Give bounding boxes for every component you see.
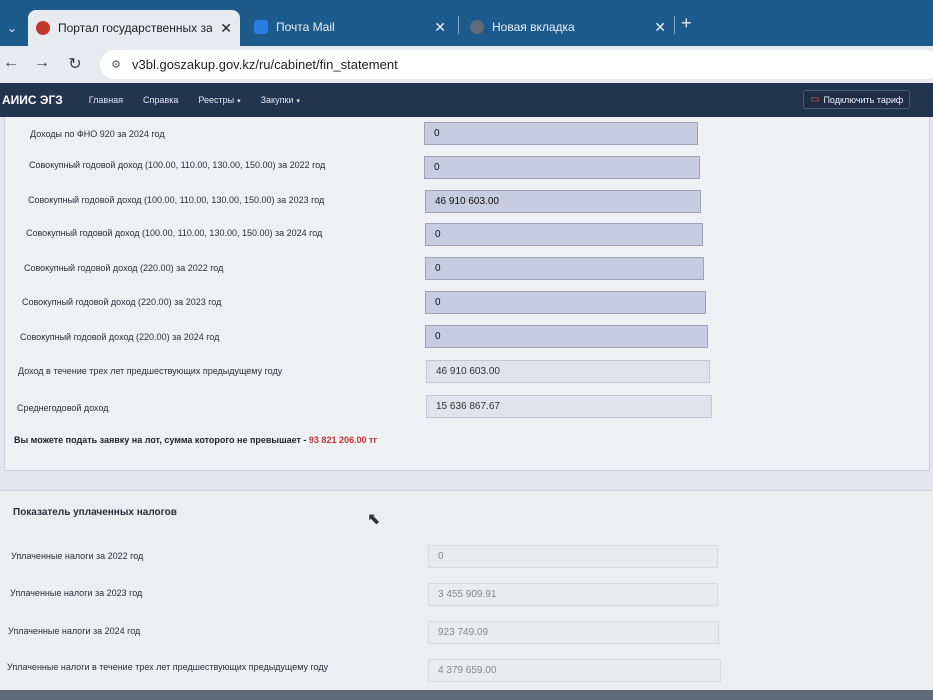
tax-field: 4 379 659.00 [428,659,721,682]
site-logo[interactable]: АИИС ЭГЗ [2,93,63,107]
forward-arrow-icon[interactable]: → [31,54,53,72]
close-tab-icon[interactable]: ✕ [426,19,446,36]
income-field[interactable]: 0 [425,291,706,314]
tab-search-icon[interactable]: ⌄ [0,14,24,42]
income-field[interactable]: 46 910 603.00 [425,190,701,213]
screen-bottom-edge [0,690,933,700]
tab-title: Новая вкладка [492,20,575,34]
caret-down-icon: ▾ [237,98,241,105]
close-tab-icon[interactable]: ✕ [212,20,232,37]
income-field-readonly: 15 636 867.67 [426,395,712,418]
new-tab-button[interactable]: + [681,13,692,34]
income-row-label: Совокупный годовой доход (220.00) за 202… [24,263,224,273]
income-field-readonly: 46 910 603.00 [426,360,710,383]
income-field[interactable]: 0 [424,156,700,179]
tax-row-label: Уплаченные налоги в течение трех лет пре… [7,662,329,672]
income-field[interactable]: 0 [425,257,704,280]
caret-down-icon: ▾ [296,98,300,105]
tab-title: Почта Mail [276,20,335,34]
tab-separator [674,16,675,34]
mail-favicon-icon [254,20,268,34]
income-row-label: Совокупный годовой доход (220.00) за 202… [22,297,222,307]
nav-item-home[interactable]: Главная [89,95,123,105]
tariff-label: Подключить тариф [823,94,904,105]
fin-statement-content: Доходы по ФНО 920 за 2024 год 0 Совокупн… [0,117,933,700]
close-tab-icon[interactable]: ✕ [646,19,666,36]
lot-limit-text: Вы можете подать заявку на лот, сумма ко… [14,435,307,445]
income-row-label: Совокупный годовой доход (100.00, 110.00… [28,195,325,205]
site-navbar: АИИС ЭГЗ Главная Справка Реестры ▾ Закупк… [0,83,933,117]
tax-field: 3 455 909.91 [428,583,718,606]
credit-card-icon: ▭ [810,94,820,105]
nav-label: Закупки [260,95,294,105]
chrome-favicon-icon [470,20,484,34]
site-info-icon[interactable]: ⚙ [108,57,124,73]
mouse-pointer-icon: ⬉ [367,511,381,528]
income-row-label: Совокупный годовой доход (220.00) за 202… [20,332,220,342]
tax-field: 0 [428,545,718,568]
lot-limit-note: Вы можете подать заявку на лот, сумма ко… [14,435,377,445]
tab-separator [458,16,459,34]
income-row-label: Среднегодовой доход [17,403,109,413]
taxes-section-title: Показатель уплаченных налогов [13,507,177,518]
browser-tabstrip: ⌄ Портал государственных закуп ✕ Почта M… [0,0,933,46]
income-field[interactable]: 0 [425,223,703,246]
nav-label: Реестры [198,95,235,105]
url-text: v3bl.goszakup.gov.kz/ru/cabinet/fin_stat… [132,57,398,72]
goszakup-favicon-icon [36,21,50,35]
income-row-label: Доходы по ФНО 920 за 2024 год [30,129,165,139]
tax-row-label: Уплаченные налоги за 2024 год [8,626,141,636]
nav-item-help[interactable]: Справка [143,95,178,105]
tab-new[interactable]: Новая вкладка ✕ [462,12,674,42]
income-row-label: Совокупный годовой доход (100.00, 110.00… [29,160,326,170]
connect-tariff-button[interactable]: ▭ Подключить тариф [803,90,911,109]
tab-goszakup[interactable]: Портал государственных закуп ✕ [28,10,240,46]
lot-limit-amount: 93 821 206.00 тг [308,435,378,445]
income-field[interactable]: 0 [424,122,698,145]
tax-row-label: Уплаченные налоги за 2023 год [10,588,143,598]
nav-label: Главная [88,95,124,105]
reload-icon[interactable]: ↻ [64,54,86,74]
address-bar[interactable]: ⚙ v3bl.goszakup.gov.kz/ru/cabinet/fin_st… [100,50,933,79]
browser-toolbar: ← → ↻ ⚙ v3bl.goszakup.gov.kz/ru/cabinet/… [0,46,933,83]
tab-title: Портал государственных закуп [58,21,213,35]
nav-item-purchases[interactable]: Закупки ▾ [261,95,300,105]
back-arrow-icon[interactable]: ← [0,54,22,72]
tab-mail[interactable]: Почта Mail ✕ [246,12,454,42]
tax-row-label: Уплаченные налоги за 2022 год [11,551,144,561]
nav-label: Справка [143,95,179,105]
income-field[interactable]: 0 [425,325,708,348]
income-row-label: Совокупный годовой доход (100.00, 110.00… [26,228,323,238]
nav-item-registries[interactable]: Реестры ▾ [198,95,240,105]
tax-field: 923 749.09 [428,621,719,644]
income-row-label: Доход в течение трех лет предшествующих … [18,366,283,376]
